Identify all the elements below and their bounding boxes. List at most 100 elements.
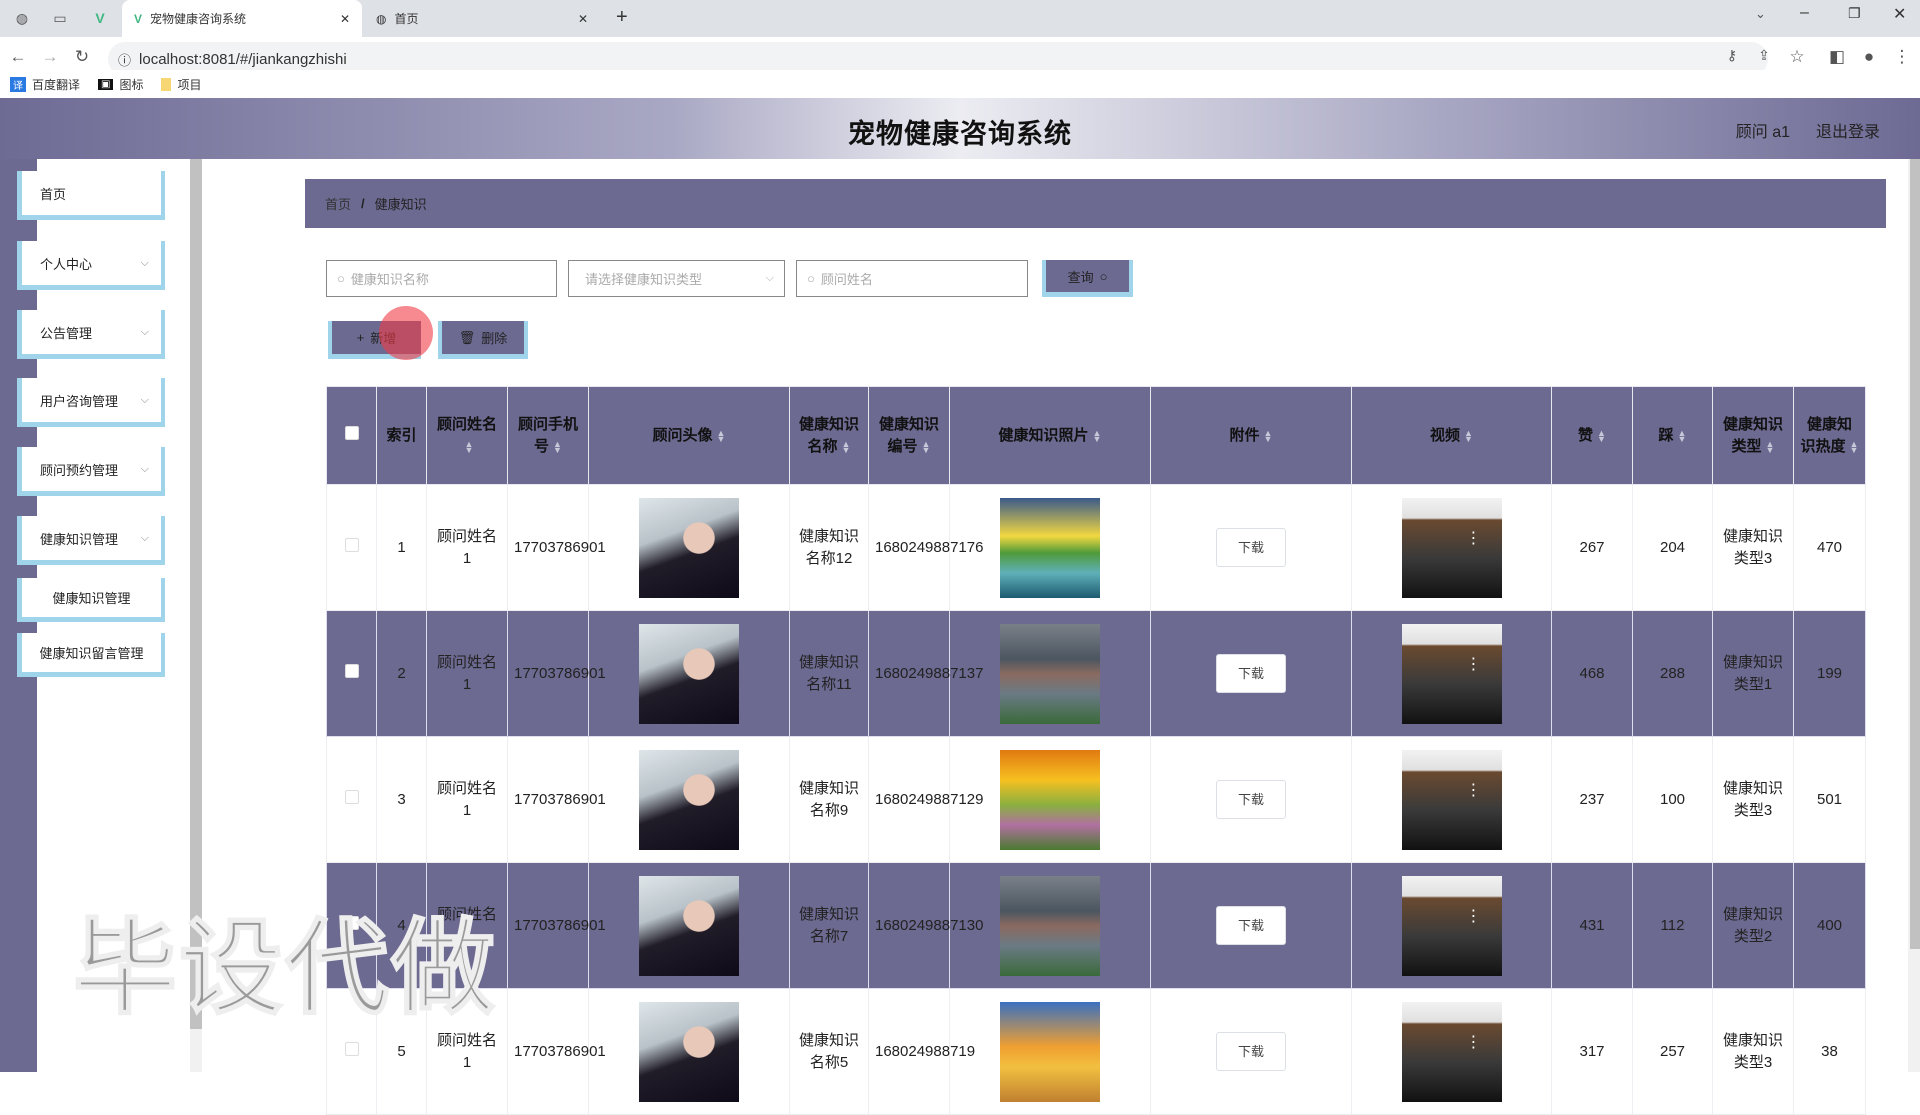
select-all-checkbox[interactable]	[344, 425, 359, 440]
download-button[interactable]: 下载	[1216, 528, 1286, 567]
logout-link[interactable]: 退出登录	[1816, 118, 1880, 142]
delete-button[interactable]: 🗑︎ 删除	[438, 321, 528, 359]
pinned-tab-vue-icon[interactable]: V	[86, 6, 114, 30]
download-button[interactable]: 下载	[1216, 906, 1286, 945]
scrollbar-thumb[interactable]	[190, 159, 202, 1029]
consultant-avatar-image[interactable]	[639, 1001, 739, 1102]
sort-icon[interactable]: ▲ ▼	[1093, 428, 1102, 443]
sort-icon[interactable]: ▲ ▼	[842, 439, 851, 454]
sidebar-item[interactable]: 用户咨询管理 ⌵	[17, 378, 165, 427]
video-thumbnail-cell	[1351, 736, 1552, 863]
pinned-tab-page-icon[interactable]: ▭	[46, 6, 74, 30]
video-thumbnail[interactable]	[1401, 1001, 1502, 1102]
sort-icon[interactable]: ▲ ▼	[1264, 428, 1273, 443]
knowledge-photo[interactable]	[1000, 1001, 1100, 1102]
close-tab-icon[interactable]: ✕	[340, 12, 350, 26]
consultant-name-input[interactable]: ○ 顾问姓名	[796, 260, 1028, 297]
menu-dots-icon[interactable]: ⋮	[1890, 47, 1914, 67]
consultant-phone-cell: 17703786901	[507, 610, 606, 737]
sidebar-item[interactable]: 个人中心 ⌵	[17, 241, 165, 290]
row-checkbox[interactable]	[344, 663, 359, 678]
column-header[interactable]: 顾问手机号 ▲ ▼	[507, 386, 589, 485]
share-icon[interactable]: ⇪	[1752, 47, 1776, 64]
column-header[interactable]: 顾问头像 ▲ ▼	[588, 386, 790, 485]
video-thumbnail[interactable]	[1401, 623, 1502, 724]
column-header-label: 顾问头像	[652, 426, 713, 444]
sort-icon[interactable]: ▲ ▼	[1597, 428, 1606, 443]
video-thumbnail[interactable]	[1401, 749, 1502, 850]
key-icon[interactable]: ⚷	[1720, 47, 1744, 64]
back-icon[interactable]: ←	[6, 47, 30, 67]
column-header[interactable]: 视频 ▲ ▼	[1351, 386, 1552, 485]
column-header[interactable]: 附件 ▲ ▼	[1150, 386, 1352, 485]
download-button[interactable]: 下载	[1216, 780, 1286, 819]
sidebar-item[interactable]: 公告管理 ⌵	[17, 310, 165, 359]
sidebar-subitem[interactable]: 健康知识管理	[17, 578, 165, 622]
row-checkbox[interactable]	[344, 789, 359, 804]
column-header[interactable]: 索引	[376, 386, 427, 485]
column-header[interactable]: 健康知识编号 ▲ ▼	[868, 386, 950, 485]
sort-icon[interactable]: ▲ ▼	[1678, 428, 1687, 443]
side-panel-icon[interactable]: ◧	[1825, 47, 1849, 67]
video-thumbnail[interactable]	[1401, 875, 1502, 976]
reload-icon[interactable]: ↻	[70, 47, 94, 67]
sort-icon[interactable]: ▲ ▼	[1766, 439, 1775, 454]
column-header[interactable]: 健康知识名称 ▲ ▼	[789, 386, 869, 485]
new-tab-icon[interactable]: +	[616, 6, 628, 29]
star-icon[interactable]: ☆	[1785, 47, 1809, 67]
sort-icon[interactable]: ▲ ▼	[465, 439, 474, 454]
forward-icon[interactable]: →	[38, 47, 62, 67]
consultant-avatar-image[interactable]	[639, 875, 739, 976]
knowledge-photo[interactable]	[1000, 749, 1100, 850]
bookmark-icons[interactable]: ▣ 图标	[98, 76, 143, 93]
knowledge-name-input[interactable]: ○ 健康知识名称	[326, 260, 557, 297]
sidebar-subitem[interactable]: 健康知识留言管理	[17, 633, 165, 677]
column-header[interactable]: 健康知识热度 ▲ ▼	[1793, 386, 1866, 485]
restore-icon[interactable]: ❐	[1848, 5, 1861, 22]
close-window-icon[interactable]: ✕	[1893, 4, 1906, 24]
tab-active[interactable]: V 宠物健康咨询系统 ✕	[122, 0, 362, 37]
sort-icon[interactable]: ▲ ▼	[922, 439, 931, 454]
knowledge-photo[interactable]	[1000, 623, 1100, 724]
breadcrumb-home[interactable]: 首页	[325, 194, 351, 213]
tab-home[interactable]: ◍ 首页 ✕	[364, 0, 600, 37]
download-button[interactable]: 下载	[1216, 1032, 1286, 1071]
sort-icon[interactable]: ▲ ▼	[1850, 439, 1859, 454]
sort-icon[interactable]: ▲ ▼	[717, 428, 726, 443]
sidebar-item[interactable]: 顾问预约管理 ⌵	[17, 447, 165, 496]
row-checkbox[interactable]	[344, 537, 359, 552]
tab-search-chevron-icon[interactable]: ⌄	[1755, 6, 1766, 22]
sidebar-item[interactable]: 首页	[17, 171, 165, 220]
column-header[interactable]: 顾问姓名 ▲ ▼	[426, 386, 508, 485]
knowledge-type-select[interactable]: 请选择健康知识类型 ⌵	[568, 260, 785, 297]
knowledge-photo-cell	[949, 988, 1151, 1115]
row-checkbox[interactable]	[344, 915, 359, 930]
column-header[interactable]: 健康知识类型 ▲ ▼	[1712, 386, 1794, 485]
query-button[interactable]: 查询 ○	[1042, 260, 1133, 297]
knowledge-photo[interactable]	[1000, 497, 1100, 598]
bookmark-baidu-translate[interactable]: 译百度翻译	[10, 76, 80, 93]
main-scrollbar[interactable]	[1908, 159, 1920, 1072]
consultant-avatar-image[interactable]	[639, 497, 739, 598]
sidebar-scrollbar[interactable]	[190, 159, 202, 1072]
scrollbar-thumb[interactable]	[1910, 159, 1920, 949]
video-thumbnail[interactable]	[1401, 497, 1502, 598]
minimize-icon[interactable]: –	[1800, 4, 1809, 22]
consultant-avatar-image[interactable]	[639, 623, 739, 724]
row-checkbox[interactable]	[344, 1041, 359, 1056]
bookmark-project[interactable]: 项目	[161, 76, 202, 93]
download-button[interactable]: 下载	[1216, 654, 1286, 693]
knowledge-photo[interactable]	[1000, 875, 1100, 976]
sort-icon[interactable]: ▲ ▼	[553, 439, 562, 454]
column-header-label: 健康知识照片	[998, 426, 1089, 444]
column-header[interactable]: 赞 ▲ ▼	[1551, 386, 1633, 485]
consultant-avatar-image[interactable]	[639, 749, 739, 850]
knowledge-name-cell: 健康知识名称11	[789, 610, 869, 737]
column-header[interactable]: 健康知识照片 ▲ ▼	[949, 386, 1151, 485]
sidebar-item[interactable]: 健康知识管理 ⌵	[17, 516, 165, 565]
profile-icon[interactable]: ●	[1857, 47, 1881, 67]
sort-icon[interactable]: ▲ ▼	[1464, 428, 1473, 443]
close-tab-icon[interactable]: ✕	[578, 12, 588, 26]
pinned-tab-globe-icon[interactable]: ◍	[8, 6, 36, 30]
column-header[interactable]: 踩 ▲ ▼	[1632, 386, 1713, 485]
